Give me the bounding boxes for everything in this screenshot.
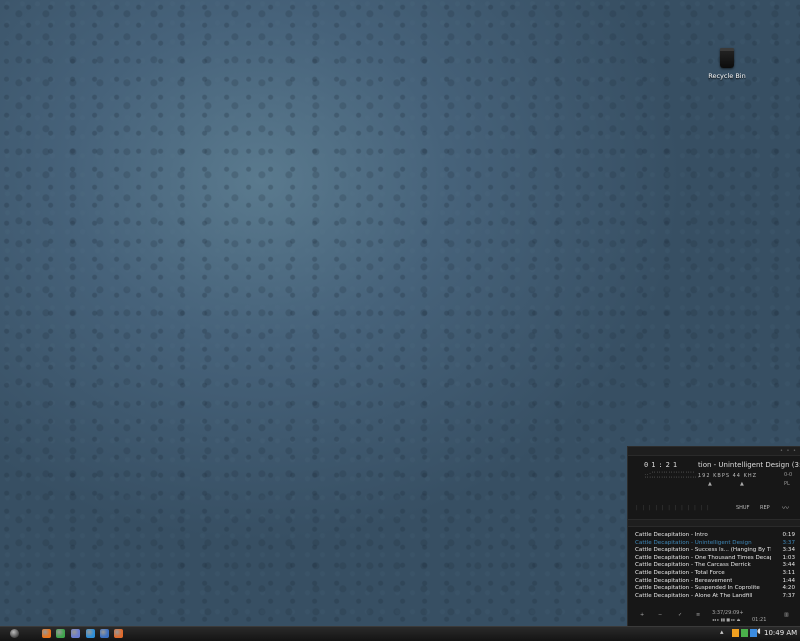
volume-caret-icon[interactable]: ▲: [708, 481, 712, 487]
playlist-item[interactable]: Cattle Decapitation - Alone At The Landf…: [635, 593, 795, 601]
tray-expand-icon[interactable]: ▴: [720, 628, 727, 636]
taskbar: ▴ ◖ 10:49 AM: [0, 626, 800, 641]
playlist-item[interactable]: Cattle Decapitation - One Thousand Times…: [635, 555, 795, 563]
mini-transport-icon[interactable]: ◂◂ ▸ ▮▮ ■ ▸▸ ⏏: [712, 617, 740, 622]
clock[interactable]: 10:49 AM: [764, 629, 797, 637]
playlist-item[interactable]: Cattle Decapitation - Intro 0:19: [635, 532, 795, 540]
document-icon[interactable]: [100, 629, 109, 638]
player-titlebar[interactable]: [628, 447, 800, 456]
stereo-indicator: 0-0: [784, 472, 793, 478]
playlist-current-time: 01:21: [752, 617, 767, 623]
select-icon[interactable]: ✓: [678, 612, 682, 618]
khz: 44 KHZ: [732, 473, 758, 479]
add-icon[interactable]: +: [640, 612, 644, 618]
desktop-icon-label: Recycle Bin: [708, 72, 746, 80]
playlist-item[interactable]: Cattle Decapitation - Total Force 3:11: [635, 570, 795, 578]
kbps: 192 KBPS: [698, 473, 731, 479]
player-display: 01:21 tion - Unintelligent Design (3:37)…: [636, 459, 800, 499]
media-player: • • • 01:21 tion - Unintelligent Design …: [627, 446, 800, 627]
seek-bar[interactable]: | | | | | | | | | | | |: [636, 505, 709, 511]
winamp-logo-icon[interactable]: 〰: [782, 503, 789, 513]
playlist-item[interactable]: Cattle Decapitation - Suspended In Copro…: [635, 585, 795, 593]
user-icon[interactable]: [741, 629, 748, 637]
repeat-button[interactable]: REP: [760, 505, 770, 511]
app-icon[interactable]: [71, 629, 80, 638]
firefox-icon[interactable]: [42, 629, 51, 638]
balance-caret-icon[interactable]: ▲: [740, 481, 744, 487]
power-icon[interactable]: [732, 629, 739, 637]
messenger-icon[interactable]: [56, 629, 65, 638]
song-title: tion - Unintelligent Design (3:37): [698, 461, 800, 469]
playlist-item-active[interactable]: Cattle Decapitation - Unintelligent Desi…: [635, 540, 795, 548]
browser-icon[interactable]: [86, 629, 95, 638]
elapsed-time[interactable]: 01:21: [644, 461, 680, 469]
list-options-icon[interactable]: ▥: [784, 612, 789, 618]
shuffle-button[interactable]: SHUF: [736, 505, 749, 511]
network-icon[interactable]: [750, 629, 757, 637]
playlist-controls: + − ✓ ≡ 3:37/29:09+ ◂◂ ▸ ▮▮ ■ ▸▸ ⏏ 01:21…: [634, 609, 797, 623]
remove-icon[interactable]: −: [658, 612, 662, 618]
window-controls-icon[interactable]: • • •: [780, 448, 797, 454]
pl-toggle[interactable]: PL: [784, 481, 790, 487]
paint-icon[interactable]: [114, 629, 123, 638]
player-controls: | | | | | | | | | | | | SHUF REP 〰: [634, 503, 797, 515]
start-button-icon[interactable]: [10, 629, 19, 638]
bitrate-info: 192 KBPS 44 KHZ: [698, 473, 757, 479]
misc-icon[interactable]: ≡: [696, 612, 700, 618]
playlist-total-time: 3:37/29:09+: [712, 610, 744, 616]
playlist-titlebar[interactable]: [628, 519, 800, 527]
recycle-bin-icon: [720, 48, 734, 68]
volume-icon[interactable]: ◖: [757, 627, 764, 635]
desktop-icon-recycle-bin[interactable]: Recycle Bin: [704, 48, 750, 80]
playlist-item[interactable]: Cattle Decapitation - Bereavement 1:44: [635, 578, 795, 586]
visualizer[interactable]: ..-'''''''''''''''''' ''''''''''''''''''…: [644, 471, 699, 481]
playlist-item[interactable]: Cattle Decapitation - The Carcass Derric…: [635, 562, 795, 570]
playlist: Cattle Decapitation - Intro 0:19 Cattle D…: [635, 532, 795, 600]
playlist-item[interactable]: Cattle Decapitation - Success Is... (Han…: [635, 547, 795, 555]
